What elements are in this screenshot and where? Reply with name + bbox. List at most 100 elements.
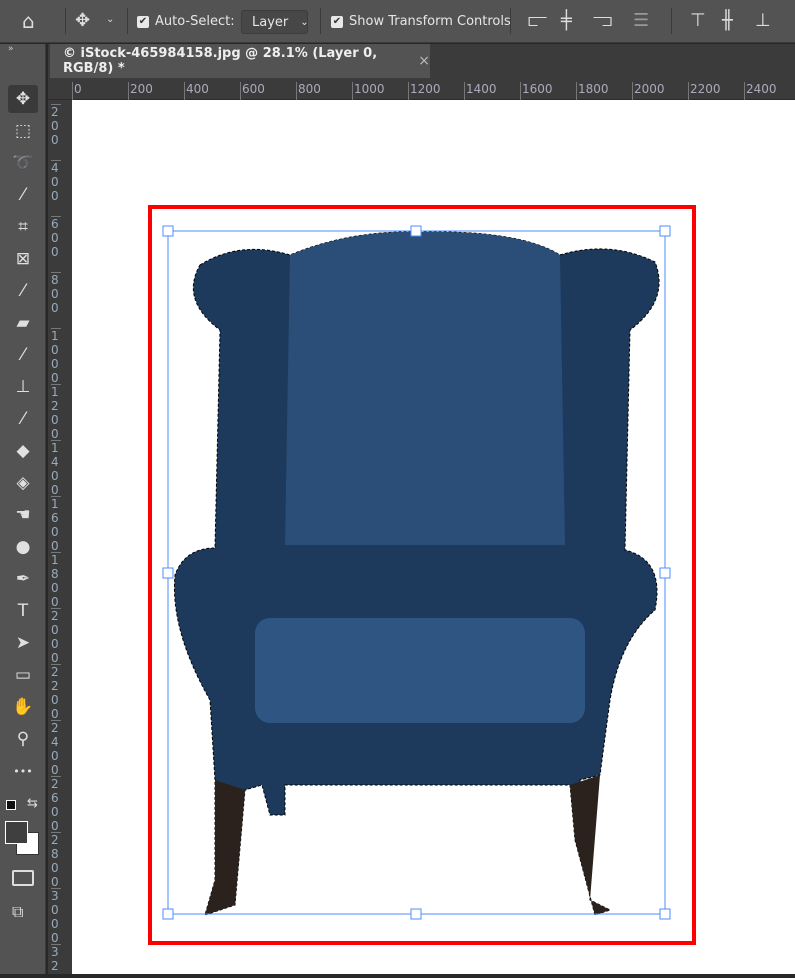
eraser-icon: ◆ bbox=[16, 441, 30, 461]
rectangle-icon: ▭ bbox=[14, 665, 32, 685]
magic-wand-icon: ⁄ bbox=[21, 185, 25, 205]
align-vertical-centers-icon[interactable]: ╫ bbox=[722, 12, 733, 30]
eraser-tool[interactable]: ◆ bbox=[8, 437, 38, 465]
move-tool-icon[interactable]: ✥ bbox=[75, 12, 90, 30]
swap-colors-icon[interactable]: ⇆ bbox=[27, 796, 38, 811]
frame-icon: ⊠ bbox=[15, 249, 31, 269]
crop-icon: ⌗ bbox=[18, 217, 28, 237]
dodge-icon: ● bbox=[15, 537, 31, 557]
hand-tool[interactable]: ✋ bbox=[8, 693, 38, 721]
distribute-icon[interactable]: ☰ bbox=[633, 12, 649, 30]
transform-handle[interactable] bbox=[410, 225, 422, 237]
tools-panel: » ✥ ⬚ ➰ ⁄ ⌗ ⊠ ⁄ ▰ ⁄ ⊥ ⁄ ◆ ◈ ☚ ● ✒ T ➤ ▭ ✋ ⚲ ••• ⇆ ⧉ bbox=[0, 44, 46, 974]
divider bbox=[510, 8, 511, 34]
ruler-label: 2400 bbox=[51, 720, 61, 777]
transform-handle[interactable] bbox=[410, 908, 422, 920]
horizontal-ruler[interactable]: 0 200 400 600 800 1000 1200 1400 1600 1800 2000 220… bbox=[48, 78, 795, 100]
collapse-panel-icon[interactable]: » bbox=[8, 44, 14, 54]
transform-handle[interactable] bbox=[162, 567, 174, 579]
pen-tool[interactable]: ✒ bbox=[8, 565, 38, 593]
auto-select-label: Auto-Select: bbox=[155, 14, 235, 29]
smudge-tool[interactable]: ☚ bbox=[8, 501, 38, 529]
transform-handle[interactable] bbox=[162, 908, 174, 920]
transform-handle[interactable] bbox=[659, 225, 671, 237]
healing-brush-tool[interactable]: ▰ bbox=[8, 309, 38, 337]
foreground-color-swatch[interactable] bbox=[5, 821, 28, 844]
type-icon: T bbox=[17, 601, 29, 621]
frame-tool[interactable]: ⊠ bbox=[8, 245, 38, 273]
paint-bucket-tool[interactable]: ◈ bbox=[8, 469, 38, 497]
ruler-label: 600 bbox=[51, 216, 61, 259]
quick-mask-icon[interactable] bbox=[12, 870, 34, 886]
history-brush-icon: ⁄ bbox=[21, 409, 25, 429]
transform-handle[interactable] bbox=[659, 908, 671, 920]
more-icon: ••• bbox=[13, 764, 33, 778]
clone-stamp-icon: ⊥ bbox=[15, 377, 31, 397]
align-horizontal-centers-icon[interactable]: ╪ bbox=[561, 12, 572, 30]
transform-handle[interactable] bbox=[659, 567, 671, 579]
dropdown-value: Layer bbox=[252, 14, 289, 30]
more-tool[interactable]: ••• bbox=[8, 757, 38, 785]
chair-image bbox=[173, 231, 660, 916]
type-tool[interactable]: T bbox=[8, 597, 38, 625]
align-top-edges-icon[interactable]: ⊤ bbox=[690, 12, 706, 30]
ruler-label: 2200 bbox=[688, 82, 721, 100]
ruler-label: 1600 bbox=[51, 496, 61, 553]
zoom-tool[interactable]: ⚲ bbox=[8, 725, 38, 753]
lasso-tool[interactable]: ➰ bbox=[8, 149, 38, 177]
ruler-label: 1000 bbox=[51, 328, 61, 385]
ruler-label: 1400 bbox=[51, 440, 61, 497]
show-transform-controls-checkbox[interactable]: ✔ Show Transform Controls bbox=[331, 0, 511, 43]
home-icon[interactable]: ⌂ bbox=[22, 11, 35, 31]
ruler-label: 1400 bbox=[464, 82, 497, 100]
ruler-label: 400 bbox=[184, 82, 209, 100]
ruler-label: 800 bbox=[51, 272, 61, 315]
smudge-icon: ☚ bbox=[15, 505, 31, 525]
options-bar: ⌂ ✥ ⌄ ✔ Auto-Select: Layer ⌄ ✔ Show Transfo… bbox=[0, 0, 795, 43]
magic-wand-tool[interactable]: ⁄ bbox=[8, 181, 38, 209]
rectangular-marquee-icon: ⬚ bbox=[14, 121, 32, 141]
history-brush-tool[interactable]: ⁄ bbox=[8, 405, 38, 433]
checkbox-checked-icon: ✔ bbox=[137, 15, 149, 28]
align-right-edges-icon[interactable]: ⫎ bbox=[593, 12, 612, 30]
align-left-edges-icon[interactable]: ⫍ bbox=[528, 12, 547, 30]
ruler-label: 1600 bbox=[520, 82, 553, 100]
chevron-down-icon: ⌄ bbox=[300, 16, 309, 28]
align-bottom-edges-icon[interactable]: ⊥ bbox=[755, 12, 771, 30]
ruler-label: 2000 bbox=[632, 82, 665, 100]
ruler-label: 1200 bbox=[51, 384, 61, 441]
ruler-label: 200 bbox=[51, 104, 61, 147]
divider bbox=[127, 8, 128, 34]
ruler-label: 1800 bbox=[576, 82, 609, 100]
canvas[interactable] bbox=[72, 100, 795, 974]
path-selection-icon: ➤ bbox=[15, 633, 31, 653]
move-tool[interactable]: ✥ bbox=[8, 85, 38, 113]
close-tab-icon[interactable]: × bbox=[418, 53, 430, 69]
clone-stamp-tool[interactable]: ⊥ bbox=[8, 373, 38, 401]
brush-tool[interactable]: ⁄ bbox=[8, 341, 38, 369]
path-selection-tool[interactable]: ➤ bbox=[8, 629, 38, 657]
auto-select-target-dropdown[interactable]: Layer ⌄ bbox=[241, 10, 309, 34]
ruler-label: 2600 bbox=[51, 776, 61, 833]
chevron-down-icon[interactable]: ⌄ bbox=[106, 15, 114, 25]
ruler-label: 2800 bbox=[51, 832, 61, 889]
screen-mode-icon[interactable]: ⧉ bbox=[12, 902, 23, 922]
ruler-label: 1200 bbox=[408, 82, 441, 100]
ruler-label: 200 bbox=[128, 82, 153, 100]
ruler-label: 32 bbox=[51, 944, 61, 973]
ruler-label: 600 bbox=[240, 82, 265, 100]
transform-handle[interactable] bbox=[162, 225, 174, 237]
lasso-icon: ➰ bbox=[12, 153, 34, 173]
rectangle-tool[interactable]: ▭ bbox=[8, 661, 38, 689]
document-title: © iStock-465984158.jpg @ 28.1% (Layer 0,… bbox=[63, 46, 378, 76]
vertical-ruler[interactable]: 200 400 600 800 1000 1200 1400 1600 1800 2000 2200… bbox=[48, 100, 72, 974]
divider bbox=[320, 8, 321, 34]
pen-icon: ✒ bbox=[15, 569, 31, 589]
dodge-tool[interactable]: ● bbox=[8, 533, 38, 561]
auto-select-checkbox[interactable]: ✔ Auto-Select: bbox=[137, 0, 235, 43]
rectangular-marquee-tool[interactable]: ⬚ bbox=[8, 117, 38, 145]
eyedropper-tool[interactable]: ⁄ bbox=[8, 277, 38, 305]
default-colors-icon[interactable] bbox=[6, 800, 16, 810]
document-tab[interactable]: © iStock-465984158.jpg @ 28.1% (Layer 0,… bbox=[50, 44, 430, 78]
crop-tool[interactable]: ⌗ bbox=[8, 213, 38, 241]
